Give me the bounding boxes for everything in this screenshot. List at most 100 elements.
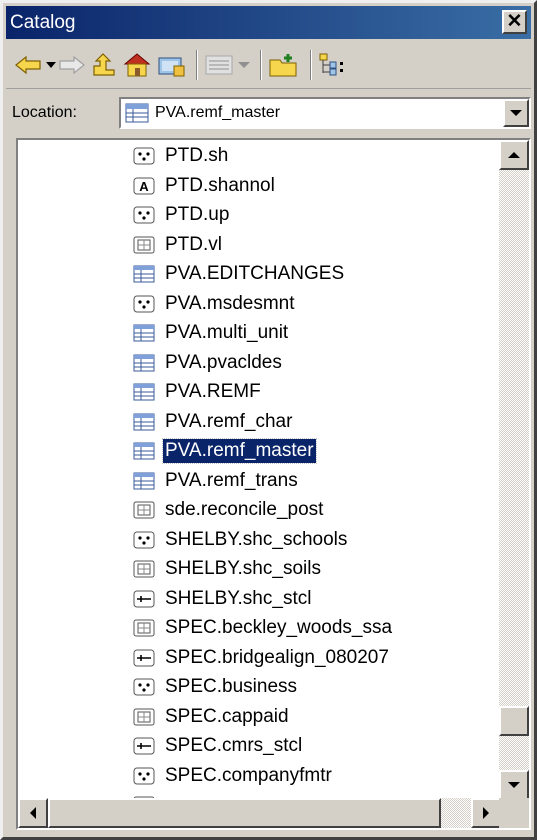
table-icon xyxy=(133,472,155,489)
horizontal-scrollbar[interactable] xyxy=(18,798,501,828)
window-title: Catalog xyxy=(10,11,76,33)
location-dropdown-button[interactable] xyxy=(503,99,529,127)
tree-item[interactable]: SPEC.business xyxy=(133,674,299,700)
arrow-down-icon xyxy=(508,782,520,788)
up-one-level-button[interactable] xyxy=(90,48,118,82)
table-icon xyxy=(133,383,155,401)
tree-item-label: SHELBY.shc_stcl xyxy=(165,587,312,609)
annotation-icon: A xyxy=(133,177,155,194)
tree-item-label: PVA.REMF xyxy=(165,381,261,402)
tree-item-label: SPEC.cappaid xyxy=(165,705,289,727)
views-dropdown-icon xyxy=(238,61,250,68)
tree-item[interactable]: PTD.sh xyxy=(133,143,230,169)
table-icon xyxy=(133,413,155,430)
tree-item-label: SPEC.bridgealign_080207 xyxy=(165,646,389,668)
tree-item-label: PTD.vl xyxy=(165,233,222,255)
tree-item[interactable]: PTD.up xyxy=(133,202,231,228)
tree-item-label: SPEC.business xyxy=(165,676,298,697)
raster-icon xyxy=(133,236,155,253)
vertical-scrollbar[interactable] xyxy=(499,140,529,800)
title-bar[interactable]: Catalog ✕ xyxy=(6,6,531,39)
tree-item[interactable]: SHELBY.shc_stcl xyxy=(133,586,313,612)
arrow-right-icon xyxy=(483,807,489,819)
scroll-right-button[interactable] xyxy=(471,798,501,828)
tree-item[interactable]: sde.reconcile_post xyxy=(133,497,325,523)
tree-view-button[interactable] xyxy=(318,48,346,82)
tree-list: PTD.sh A PTD.shannol PTD.up PTD.vl PVA.EDITCH… xyxy=(18,140,501,800)
point-icon xyxy=(133,147,155,165)
new-item-icon xyxy=(269,53,297,76)
tree-item-label: PVA.remf_char xyxy=(165,410,293,432)
raster-icon xyxy=(133,501,155,519)
chevron-down-icon xyxy=(510,110,522,116)
tree-item[interactable]: PVA.multi_unit xyxy=(133,320,290,346)
svg-text:A: A xyxy=(139,179,149,194)
point-icon xyxy=(133,531,155,548)
tree-item[interactable]: SPEC.beckley_woods_ssa xyxy=(133,615,394,641)
views-button[interactable] xyxy=(204,48,234,82)
point-icon xyxy=(133,206,155,224)
tree-item-label: PVA.multi_unit xyxy=(165,322,289,343)
tree-item[interactable]: PVA.EDITCHANGES xyxy=(133,261,346,287)
tree-item[interactable]: PVA.pvacldes xyxy=(133,350,284,376)
back-icon xyxy=(15,55,41,74)
catalog-window: Catalog ✕ Location: PVA.remf_master PTD.… xyxy=(0,0,537,840)
tree-item-label: SPEC.beckley_woods_ssa xyxy=(165,617,393,638)
raster-icon xyxy=(133,560,155,578)
connect-folder-button[interactable] xyxy=(156,48,186,82)
up-one-level-icon xyxy=(93,52,115,76)
tree-item-label: SHELBY.shc_soils xyxy=(165,558,321,579)
location-bar: Location: PVA.remf_master xyxy=(6,91,531,135)
toolbar-separator xyxy=(260,49,262,80)
back-button[interactable] xyxy=(14,48,42,82)
close-button[interactable]: ✕ xyxy=(502,10,527,34)
point-icon xyxy=(133,678,155,696)
horizontal-scroll-thumb[interactable] xyxy=(48,798,441,828)
table-icon xyxy=(133,324,155,342)
new-item-button[interactable] xyxy=(268,48,300,82)
tree-item[interactable]: PVA.msdesmnt xyxy=(133,291,297,317)
tree-item-label: PVA.EDITCHANGES xyxy=(165,263,345,284)
arrow-left-icon xyxy=(30,807,36,819)
tree-item[interactable]: SPEC.cappaid xyxy=(133,704,291,730)
tree-item[interactable]: SHELBY.shc_schools xyxy=(133,527,349,553)
tree-item[interactable]: SPEC.bridgealign_080207 xyxy=(133,645,391,671)
home-button[interactable] xyxy=(122,48,152,82)
location-label: Location: xyxy=(12,104,77,121)
connect-folder-icon xyxy=(158,57,185,76)
views-dropdown-button[interactable] xyxy=(238,48,250,82)
forward-button[interactable] xyxy=(58,48,86,82)
scroll-down-button[interactable] xyxy=(499,770,529,800)
tree-item[interactable]: PVA.remf_master xyxy=(133,438,317,464)
tree-item[interactable]: PTD.vl xyxy=(133,232,224,258)
back-dropdown-button[interactable] xyxy=(46,48,56,82)
tree-item-label: SPEC.companyfmtr xyxy=(165,764,332,786)
catalog-tree[interactable]: PTD.sh A PTD.shannol PTD.up PTD.vl PVA.EDITCH… xyxy=(16,138,531,830)
tree-item[interactable]: A PTD.shannol xyxy=(133,173,277,199)
tree-item[interactable]: SHELBY.shc_soils xyxy=(133,556,323,582)
scroll-up-button[interactable] xyxy=(499,140,529,170)
tree-item[interactable]: PVA.remf_char xyxy=(133,409,294,435)
views-icon xyxy=(205,55,233,74)
tree-view-icon xyxy=(319,53,343,75)
raster-icon xyxy=(133,708,155,725)
scroll-left-button[interactable] xyxy=(18,798,48,828)
toolbar-separator xyxy=(310,49,312,80)
line-icon xyxy=(133,649,155,666)
vertical-scroll-thumb[interactable] xyxy=(499,706,529,736)
tree-item-label: PTD.sh xyxy=(165,145,229,166)
location-value: PVA.remf_master xyxy=(155,104,281,121)
toolbar xyxy=(6,41,531,89)
tree-item[interactable]: SPEC.companyfmtr xyxy=(133,763,334,789)
tree-item[interactable]: SPEC.cmrs_stcl xyxy=(133,733,304,759)
arrow-up-icon xyxy=(508,152,520,158)
line-icon xyxy=(133,590,155,607)
tree-item[interactable]: PVA.REMF xyxy=(133,379,263,405)
tree-item[interactable]: PVA.remf_trans xyxy=(133,468,300,494)
location-combobox[interactable]: PVA.remf_master xyxy=(119,97,531,129)
table-icon xyxy=(133,354,155,371)
tree-item-label: sde.reconcile_post xyxy=(165,499,324,520)
toolbar-separator xyxy=(196,49,198,80)
tree-item-label: SHELBY.shc_schools xyxy=(165,528,348,550)
tree-item-label: PTD.shannol xyxy=(165,174,275,196)
